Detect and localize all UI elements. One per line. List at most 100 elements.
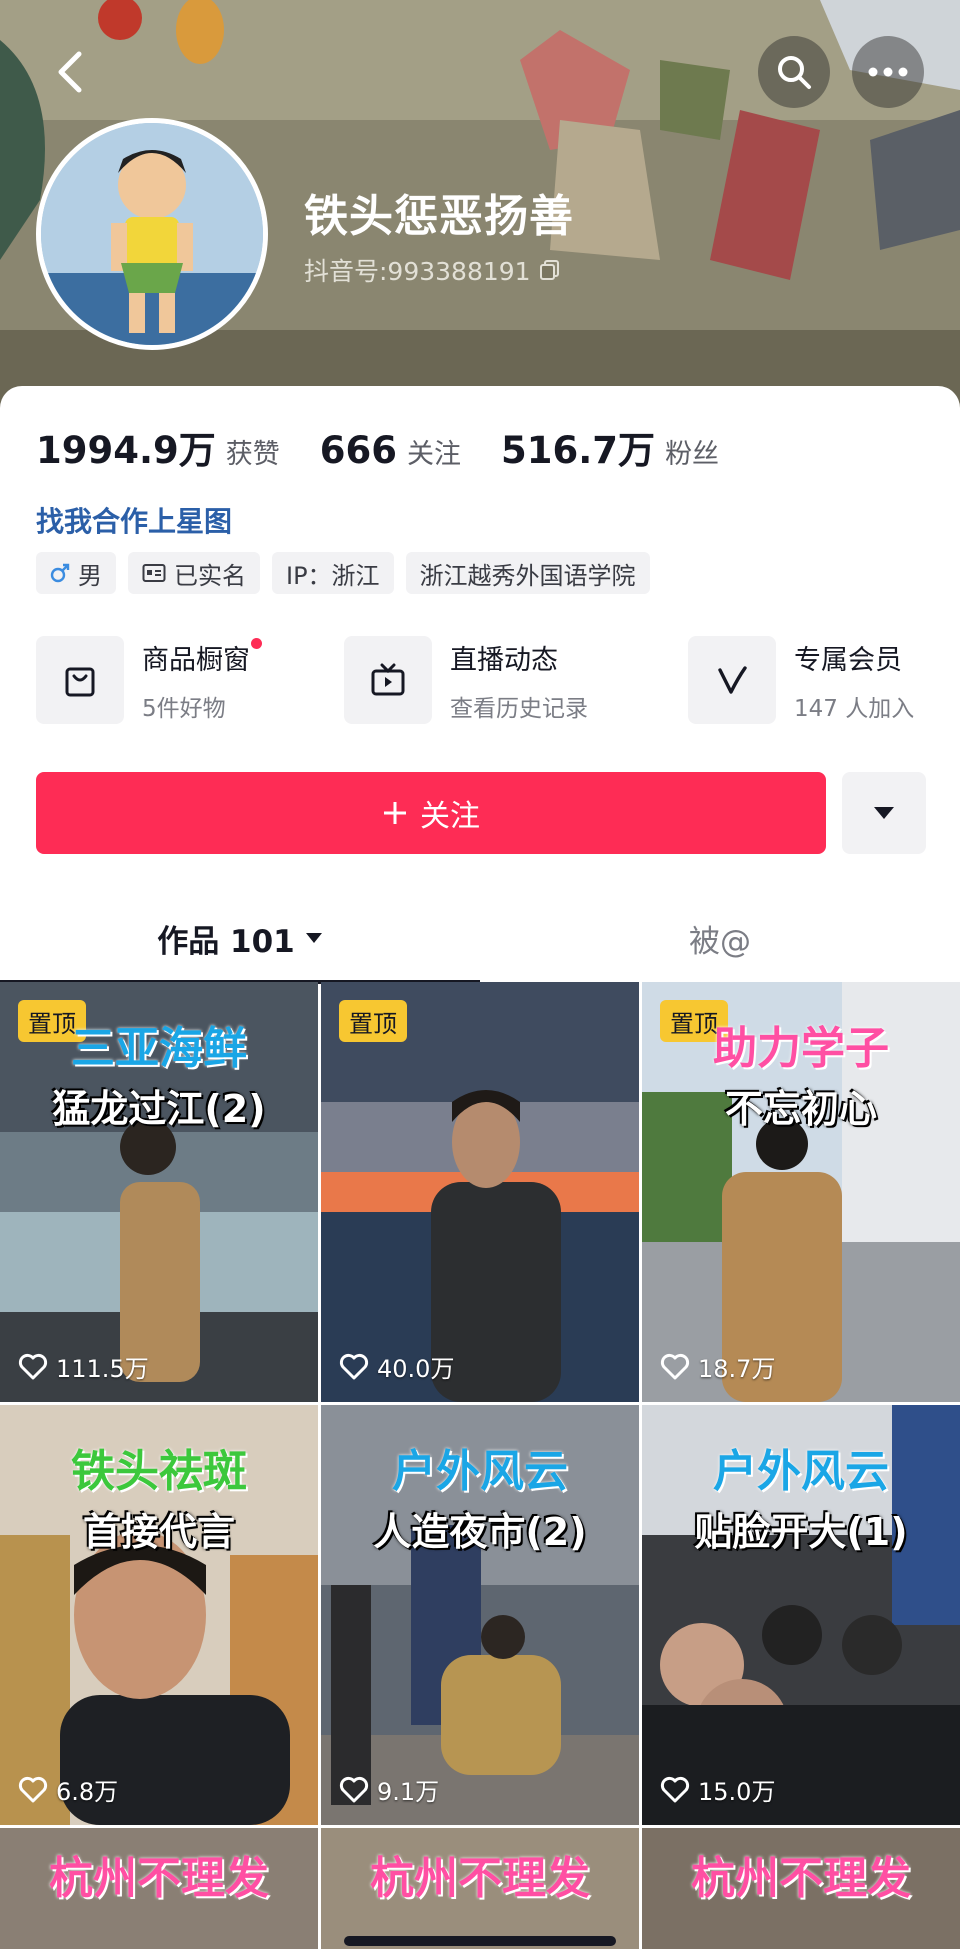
heart-icon bbox=[339, 1776, 369, 1802]
follow-button[interactable]: 关注 bbox=[36, 772, 826, 854]
tab-mentions[interactable]: 被@ bbox=[480, 892, 960, 984]
profile-banner: 铁头惩恶扬善 抖音号:993388191 bbox=[0, 0, 960, 420]
like-count-text: 18.7万 bbox=[698, 1355, 776, 1383]
id-card-icon bbox=[142, 564, 166, 582]
cover-title: 户外风云 bbox=[713, 1446, 889, 1497]
video-tile[interactable]: 杭州不理发 bbox=[642, 1828, 960, 1949]
video-tile[interactable]: 杭州不理发 bbox=[0, 1828, 318, 1949]
heart-icon bbox=[339, 1353, 369, 1379]
cover-subtitle: 首接代言 bbox=[82, 1510, 235, 1554]
cover-title: 助力学子 bbox=[713, 1023, 889, 1074]
follow-label: 关注 bbox=[420, 799, 480, 834]
stat-label: 获赞 bbox=[225, 439, 280, 470]
verified-tag: 已实名 bbox=[128, 552, 260, 594]
heart-icon bbox=[18, 1353, 48, 1379]
cover-title: 杭州不理发 bbox=[691, 1853, 911, 1904]
avatar[interactable] bbox=[36, 118, 268, 350]
like-count-text: 111.5万 bbox=[56, 1355, 149, 1383]
shop-window-entry[interactable]: 商品橱窗 5件好物 bbox=[36, 636, 262, 724]
like-count: 6.8万 bbox=[18, 1772, 118, 1807]
douyin-id[interactable]: 抖音号:993388191 bbox=[304, 252, 561, 288]
unread-dot bbox=[251, 637, 262, 649]
stat-value: 1994.9万 bbox=[36, 429, 216, 472]
video-tile[interactable]: 户外风云 人造夜市(2) 9.1万 bbox=[321, 1405, 639, 1825]
recommend-dropdown-button[interactable] bbox=[842, 772, 926, 854]
cover-title: 三亚海鲜 bbox=[71, 1023, 247, 1074]
shortcut-title: 专属会员 bbox=[794, 644, 902, 676]
video-tile[interactable]: 置顶 三亚海鲜 猛龙过江(2) 111.5万 bbox=[0, 982, 318, 1402]
profile-tabs: 作品 101 被@ bbox=[0, 892, 960, 984]
shortcut-title: 商品橱窗 bbox=[142, 637, 262, 677]
douyin-id-text: 抖音号:993388191 bbox=[304, 257, 531, 286]
shortcut-subtitle: 查看历史记录 bbox=[450, 695, 588, 722]
ip-tag: IP：浙江 bbox=[272, 552, 394, 594]
profile-tags: 男 已实名 IP：浙江 浙江越秀外国语学院 bbox=[36, 552, 650, 594]
video-tile[interactable]: 杭州不理发 bbox=[321, 1828, 639, 1949]
school-tag[interactable]: 浙江越秀外国语学院 bbox=[405, 552, 650, 594]
nickname: 铁头惩恶扬善 bbox=[304, 191, 574, 242]
stat-following[interactable]: 666 关注 bbox=[320, 429, 461, 472]
more-dots-icon bbox=[868, 67, 908, 77]
male-icon bbox=[50, 563, 70, 583]
shopping-bag-icon bbox=[36, 636, 124, 724]
profile-stats: 1994.9万 获赞 666 关注 516.7万 粉丝 bbox=[36, 420, 719, 474]
copy-icon[interactable] bbox=[539, 259, 561, 281]
like-count: 40.0万 bbox=[339, 1349, 454, 1384]
cover-subtitle: 贴脸开大(1) bbox=[694, 1510, 908, 1554]
shortcut-subtitle: 147 人加入 bbox=[794, 695, 915, 722]
like-count-text: 40.0万 bbox=[377, 1355, 455, 1383]
cover-subtitle: 猛龙过江(2) bbox=[52, 1087, 266, 1131]
tv-icon bbox=[344, 636, 432, 724]
stat-value: 666 bbox=[319, 429, 398, 472]
video-tile[interactable]: 置顶 助力学子 不忘初心 18.7万 bbox=[642, 982, 960, 1402]
star-cooperation-link[interactable]: 找我合作上星图 bbox=[36, 500, 232, 540]
tab-works[interactable]: 作品 101 bbox=[0, 892, 480, 984]
shortcut-row: 商品橱窗 5件好物 直播动态 查看历史记录 专属会员 147 人加入 bbox=[36, 636, 926, 726]
gender-tag: 男 bbox=[36, 552, 116, 594]
video-thumbnail bbox=[321, 982, 639, 1402]
tab-works-label: 作品 101 bbox=[157, 923, 295, 960]
school-text: 浙江越秀外国语学院 bbox=[419, 561, 636, 590]
stat-followers[interactable]: 516.7万 粉丝 bbox=[501, 420, 719, 474]
gender-text: 男 bbox=[78, 561, 102, 590]
stat-likes[interactable]: 1994.9万 获赞 bbox=[36, 420, 280, 474]
shortcut-title: 直播动态 bbox=[450, 644, 558, 676]
cover-subtitle: 人造夜市(2) bbox=[373, 1510, 587, 1554]
pinned-badge: 置顶 bbox=[339, 1000, 407, 1042]
video-tile[interactable]: 铁头祛斑 首接代言 6.8万 bbox=[0, 1405, 318, 1825]
like-count-text: 9.1万 bbox=[377, 1778, 440, 1806]
cover-title: 铁头祛斑 bbox=[71, 1446, 247, 1497]
like-count: 18.7万 bbox=[660, 1349, 775, 1384]
caret-down-icon bbox=[874, 807, 894, 819]
home-indicator[interactable] bbox=[344, 1936, 616, 1946]
plus-icon bbox=[384, 802, 406, 824]
video-tile[interactable]: 户外风云 贴脸开大(1) 15.0万 bbox=[642, 1405, 960, 1825]
avatar-illustration bbox=[41, 123, 263, 345]
cover-title: 户外风云 bbox=[392, 1446, 568, 1497]
stat-label: 粉丝 bbox=[665, 439, 720, 470]
live-history-entry[interactable]: 直播动态 查看历史记录 bbox=[344, 636, 588, 724]
chevron-left-icon bbox=[58, 51, 82, 93]
search-icon bbox=[778, 56, 811, 89]
stat-label: 关注 bbox=[407, 439, 462, 470]
stat-value: 516.7万 bbox=[501, 429, 656, 472]
heart-icon bbox=[18, 1776, 48, 1802]
caret-down-icon bbox=[305, 933, 322, 943]
like-count: 111.5万 bbox=[18, 1349, 149, 1384]
like-count: 9.1万 bbox=[339, 1772, 439, 1807]
heart-icon bbox=[660, 1353, 690, 1379]
cover-subtitle: 不忘初心 bbox=[724, 1087, 877, 1131]
membership-entry[interactable]: 专属会员 147 人加入 bbox=[688, 636, 914, 724]
more-button[interactable] bbox=[852, 36, 924, 108]
search-button[interactable] bbox=[758, 36, 830, 108]
video-tile[interactable]: 置顶 40.0万 bbox=[321, 982, 639, 1402]
like-count-text: 15.0万 bbox=[698, 1778, 776, 1806]
like-count: 15.0万 bbox=[660, 1772, 775, 1807]
back-button[interactable] bbox=[34, 36, 106, 108]
shortcut-subtitle: 5件好物 bbox=[142, 695, 226, 722]
cover-title: 杭州不理发 bbox=[49, 1853, 269, 1904]
verified-text: 已实名 bbox=[174, 561, 246, 590]
ip-text: IP：浙江 bbox=[286, 561, 380, 590]
v-icon bbox=[688, 636, 776, 724]
heart-icon bbox=[660, 1776, 690, 1802]
